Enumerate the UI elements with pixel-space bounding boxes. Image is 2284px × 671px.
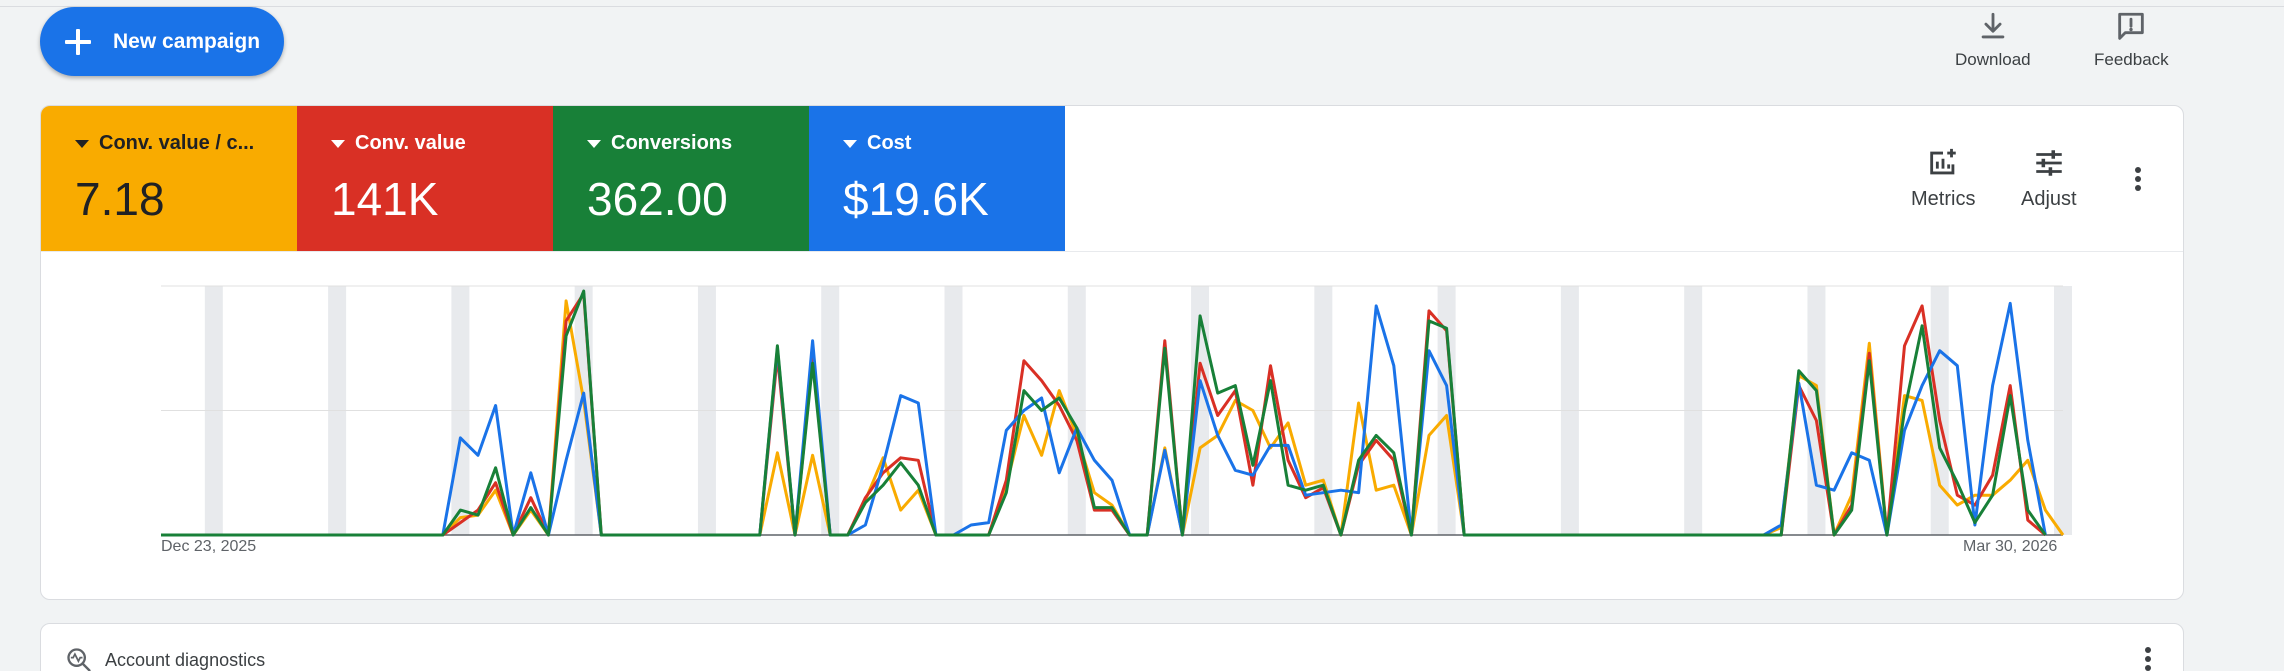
diagnostics-more-icon[interactable] — [2133, 644, 2163, 671]
series-line-0 — [161, 299, 2065, 537]
tune-icon — [2036, 150, 2062, 176]
tab-label: Cost — [867, 132, 912, 154]
metrics-label: Metrics — [1911, 188, 1976, 210]
download-icon — [1981, 12, 2005, 39]
tab-conversions[interactable]: Conversions 362.00 — [553, 106, 809, 251]
tab-value: $19.6K — [843, 173, 989, 225]
new-campaign-label: New campaign — [113, 29, 261, 53]
feedback-icon — [2118, 12, 2145, 40]
tab-header: Cost — [843, 132, 1065, 155]
tab-header: Conv. value / c... — [75, 132, 297, 155]
x-start-label: Dec 23, 2025 — [161, 538, 257, 555]
tab-header: Conversions — [587, 132, 809, 155]
tab-value: 7.18 — [75, 173, 165, 225]
more-options-icon[interactable] — [2123, 164, 2153, 200]
metric-tabs: Conv. value / c... 7.18 Conv. value 141K… — [41, 106, 1065, 251]
tab-header: Conv. value — [331, 132, 553, 155]
add-chart-icon — [1930, 148, 1956, 175]
caret-down-icon — [587, 139, 601, 148]
plus-icon — [63, 27, 93, 57]
tab-conv-value-per-cost[interactable]: Conv. value / c... 7.18 — [41, 106, 297, 251]
caret-down-icon — [843, 139, 857, 148]
new-campaign-button[interactable]: New campaign — [40, 7, 284, 76]
tab-label: Conversions — [611, 132, 733, 154]
caret-down-icon — [331, 139, 345, 148]
adjust-button[interactable]: Adjust — [2021, 146, 2077, 211]
account-diagnostics-card[interactable]: Account diagnostics — [40, 623, 2184, 671]
caret-down-icon — [75, 139, 89, 148]
tab-value: 362.00 — [587, 173, 728, 225]
performance-card: Conv. value / c... 7.18 Conv. value 141K… — [40, 105, 2184, 600]
feedback-button[interactable]: Feedback — [2094, 10, 2169, 70]
top-divider — [0, 6, 2284, 7]
feedback-label: Feedback — [2094, 50, 2169, 69]
diagnostics-icon — [67, 648, 91, 671]
download-label: Download — [1955, 50, 2031, 69]
performance-chart — [161, 285, 2072, 537]
tab-value: 141K — [331, 173, 439, 225]
metrics-button[interactable]: Metrics — [1911, 146, 1975, 211]
tab-conv-value[interactable]: Conv. value 141K — [297, 106, 553, 251]
diagnostics-title: Account diagnostics — [105, 650, 266, 670]
x-end-label: Mar 30, 2026 — [1963, 538, 2058, 555]
tab-label: Conv. value — [355, 132, 466, 154]
tab-label: Conv. value / c... — [99, 132, 255, 154]
adjust-label: Adjust — [2021, 188, 2077, 210]
tab-cost[interactable]: Cost $19.6K — [809, 106, 1065, 251]
download-button[interactable]: Download — [1955, 10, 2031, 70]
